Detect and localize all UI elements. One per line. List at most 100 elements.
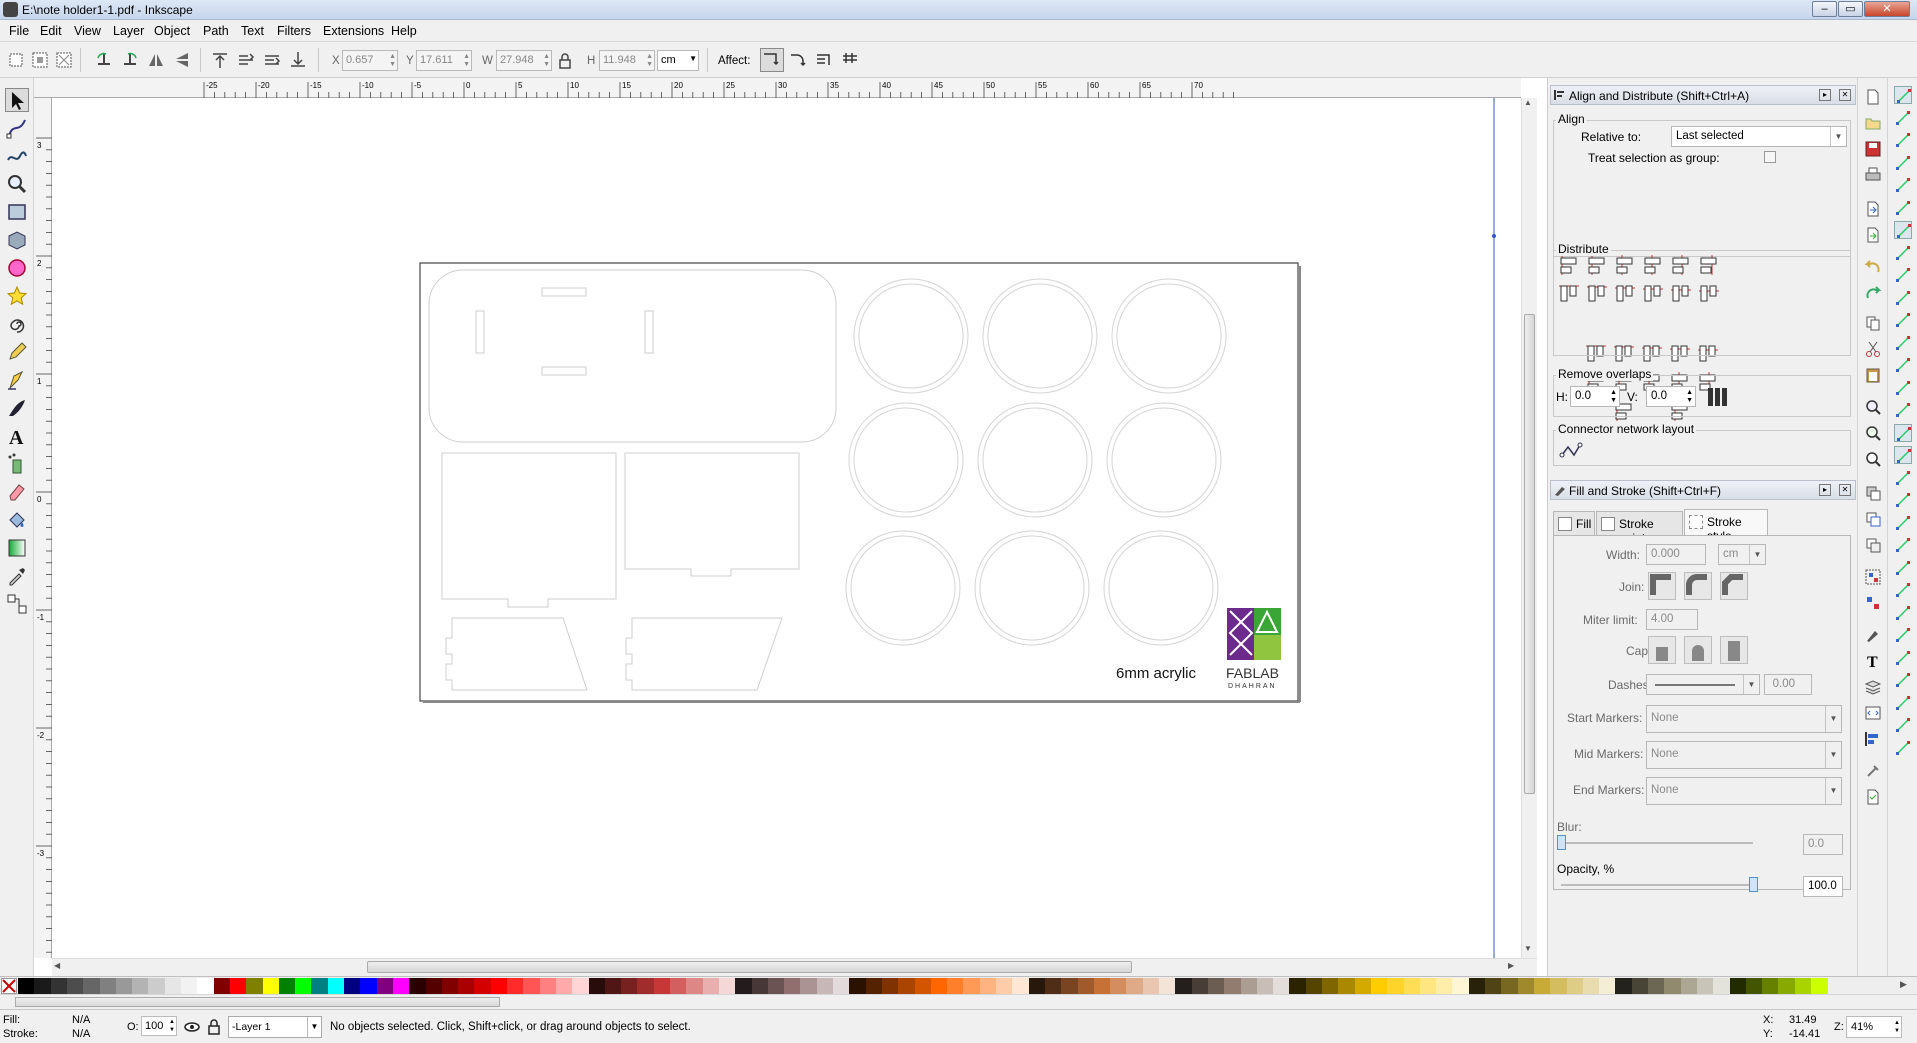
raise-to-top-icon[interactable] xyxy=(210,50,230,70)
affect-patterns-icon[interactable] xyxy=(840,50,860,70)
panel-close-icon[interactable]: ✕ xyxy=(1839,89,1851,101)
color-swatch[interactable] xyxy=(1811,978,1828,994)
maximize-button[interactable]: ▭ xyxy=(1838,1,1863,17)
snap-option-icon[interactable] xyxy=(1894,604,1912,622)
blur-value-field[interactable]: 0.0 xyxy=(1803,834,1843,855)
color-swatch[interactable] xyxy=(865,978,883,994)
color-swatch[interactable] xyxy=(816,978,834,994)
color-swatch[interactable] xyxy=(392,978,410,994)
color-swatch[interactable] xyxy=(881,978,899,994)
snap-option-icon[interactable] xyxy=(1894,694,1912,712)
menu-file[interactable]: File xyxy=(9,24,29,38)
color-swatch[interactable] xyxy=(800,978,818,994)
zoom-selection-icon[interactable] xyxy=(1864,398,1882,416)
snap-option-icon[interactable] xyxy=(1894,109,1912,127)
raise-icon[interactable] xyxy=(236,50,256,70)
join-miter-icon[interactable] xyxy=(1648,572,1676,600)
snap-option-icon[interactable] xyxy=(1894,536,1912,554)
color-swatch[interactable] xyxy=(1713,978,1730,994)
zoom-tool-icon[interactable] xyxy=(5,172,29,196)
menu-edit[interactable]: Edit xyxy=(40,24,62,38)
document-properties-icon[interactable] xyxy=(1864,788,1882,806)
copy-icon[interactable] xyxy=(1864,314,1882,332)
color-swatch[interactable] xyxy=(1485,978,1502,994)
paste-icon[interactable] xyxy=(1864,366,1882,384)
connector-layout-icon[interactable] xyxy=(1558,438,1584,458)
color-swatch[interactable] xyxy=(1533,978,1551,994)
stroke-unit-select[interactable]: cm ▼ xyxy=(1718,544,1766,565)
color-swatch[interactable] xyxy=(1110,978,1127,994)
color-swatch[interactable] xyxy=(523,978,541,994)
color-swatch[interactable] xyxy=(1354,978,1372,994)
color-swatch[interactable] xyxy=(1191,978,1209,994)
snap-option-icon[interactable] xyxy=(1894,154,1912,172)
zoom-field[interactable]: 41% ▲ ▼ xyxy=(1846,1016,1902,1038)
color-swatch[interactable] xyxy=(767,978,785,994)
color-swatch[interactable] xyxy=(1061,978,1078,994)
lock-icon[interactable] xyxy=(555,51,573,71)
snap-option-icon[interactable] xyxy=(1894,716,1912,734)
vertical-ruler[interactable]: 3210-1-2-3-4 xyxy=(34,98,52,958)
snap-option-icon[interactable] xyxy=(1894,401,1912,419)
color-swatch[interactable] xyxy=(1207,978,1225,994)
text-tool-icon[interactable]: A xyxy=(5,424,29,449)
current-layer-select[interactable]: -Layer 1 ▼ xyxy=(228,1016,322,1038)
paint-bucket-tool-icon[interactable] xyxy=(5,508,29,532)
color-swatch[interactable] xyxy=(1159,978,1176,994)
snap-option-icon[interactable] xyxy=(1894,491,1912,509)
color-swatch[interactable] xyxy=(1419,978,1437,994)
start-markers-select[interactable]: None ▼ xyxy=(1646,705,1842,733)
snap-option-icon[interactable] xyxy=(1894,469,1912,487)
cap-butt-icon[interactable] xyxy=(1648,636,1676,664)
color-swatch[interactable] xyxy=(1403,978,1421,994)
overlap-v-field[interactable]: 0.0 ▲ ▼ xyxy=(1646,386,1696,407)
snap-option-icon[interactable] xyxy=(1894,626,1912,644)
color-swatch[interactable] xyxy=(425,978,443,994)
affect-rounded-corners-icon[interactable] xyxy=(788,50,808,70)
color-swatch[interactable] xyxy=(1044,978,1062,994)
tweak-tool-icon[interactable] xyxy=(5,144,29,168)
new-document-icon[interactable] xyxy=(1864,88,1882,106)
layer-lock-icon[interactable] xyxy=(206,1018,222,1036)
dash-offset-field[interactable]: 0.00 xyxy=(1764,674,1812,695)
save-icon[interactable] xyxy=(1864,140,1882,158)
menu-path[interactable]: Path xyxy=(203,24,229,38)
color-swatch[interactable] xyxy=(18,978,35,994)
no-paint-swatch[interactable] xyxy=(1,978,17,994)
color-swatch[interactable] xyxy=(604,978,622,994)
color-swatch[interactable] xyxy=(1550,978,1567,994)
selector-tool-icon[interactable] xyxy=(5,88,29,112)
snap-option-icon[interactable] xyxy=(1894,379,1912,397)
color-swatch[interactable] xyxy=(686,978,704,994)
snap-option-icon[interactable] xyxy=(1894,671,1912,689)
color-swatch[interactable] xyxy=(1680,978,1698,994)
color-swatch[interactable] xyxy=(229,978,247,994)
select-all-layers-icon[interactable] xyxy=(30,50,50,70)
color-swatch[interactable] xyxy=(1273,978,1290,994)
import-icon[interactable] xyxy=(1864,200,1882,218)
color-swatch[interactable] xyxy=(1696,978,1714,994)
unlink-clone-icon[interactable] xyxy=(1864,536,1882,554)
color-swatch[interactable] xyxy=(295,978,312,994)
pen-tool-icon[interactable] xyxy=(5,368,29,392)
color-swatch[interactable] xyxy=(572,978,589,994)
3d-box-tool-icon[interactable] xyxy=(5,228,29,252)
color-swatch[interactable] xyxy=(246,978,263,994)
zoom-page-icon[interactable] xyxy=(1864,450,1882,468)
cut-icon[interactable] xyxy=(1864,340,1882,358)
color-swatch[interactable] xyxy=(278,978,296,994)
unit-select[interactable]: cm ▼ xyxy=(657,50,699,71)
color-swatch[interactable] xyxy=(947,978,964,994)
rotate-cw-icon[interactable] xyxy=(120,50,140,70)
flip-horizontal-icon[interactable] xyxy=(146,50,166,70)
palette-scroll-thumb[interactable] xyxy=(15,997,500,1007)
color-swatch[interactable] xyxy=(979,978,997,994)
x-coordinate-field[interactable]: 0.657 ▲ ▼ xyxy=(342,50,398,71)
color-swatch[interactable] xyxy=(1517,978,1535,994)
color-swatch[interactable] xyxy=(197,978,215,994)
fablab-logo[interactable]: FABLAB DHAHRAN xyxy=(1226,608,1281,690)
color-swatch[interactable] xyxy=(653,978,671,994)
color-swatch[interactable] xyxy=(1142,978,1160,994)
color-swatch[interactable] xyxy=(1615,978,1633,994)
deselect-icon[interactable] xyxy=(54,50,74,70)
